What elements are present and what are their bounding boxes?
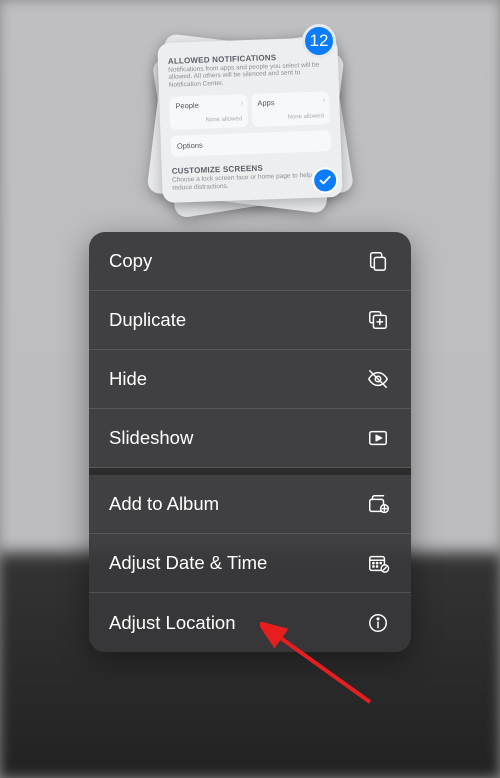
selection-stack[interactable]: ALLOWED NOTIFICATIONS Notifications from… xyxy=(150,30,350,212)
menu-item-add-to-album[interactable]: Add to Album xyxy=(89,475,411,534)
menu-item-duplicate[interactable]: Duplicate xyxy=(89,291,411,350)
album-add-icon xyxy=(365,493,391,515)
menu-label-adjust-datetime: Adjust Date & Time xyxy=(109,552,267,574)
calendar-edit-icon xyxy=(365,552,391,574)
menu-label-hide: Hide xyxy=(109,368,147,390)
menu-label-copy: Copy xyxy=(109,250,152,272)
stack-card-front: ALLOWED NOTIFICATIONS Notifications from… xyxy=(157,37,342,203)
eye-slash-icon xyxy=(365,368,391,390)
preview-apps-cell: Apps › None allowed xyxy=(251,92,330,128)
annotation-arrow xyxy=(260,622,380,712)
copy-icon xyxy=(365,250,391,272)
menu-item-hide[interactable]: Hide xyxy=(89,350,411,409)
preview-people-cell: People › None allowed xyxy=(169,94,248,130)
menu-label-adjust-location: Adjust Location xyxy=(109,612,236,634)
selection-count-badge: 12 xyxy=(302,24,336,58)
menu-label-duplicate: Duplicate xyxy=(109,309,186,331)
play-rectangle-icon xyxy=(365,427,391,449)
preview-options-cell: Options xyxy=(171,131,332,158)
menu-item-adjust-datetime[interactable]: Adjust Date & Time xyxy=(89,534,411,593)
preview-section1-sub: Notifications from apps and people you s… xyxy=(168,61,329,89)
duplicate-icon xyxy=(365,309,391,331)
context-menu: Copy Duplicate Hide Slideshow Add to Alb… xyxy=(89,232,411,652)
menu-item-slideshow[interactable]: Slideshow xyxy=(89,409,411,468)
menu-label-slideshow: Slideshow xyxy=(109,427,193,449)
menu-label-add-to-album: Add to Album xyxy=(109,493,219,515)
menu-item-copy[interactable]: Copy xyxy=(89,232,411,291)
